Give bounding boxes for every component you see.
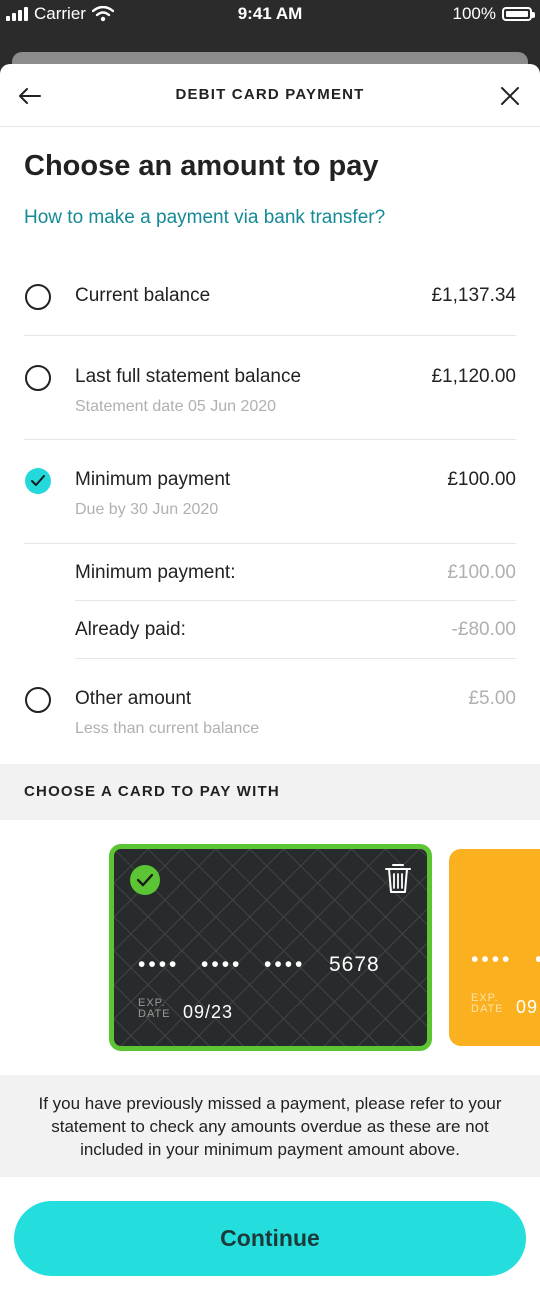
bank-transfer-link[interactable]: How to make a payment via bank transfer? xyxy=(24,207,385,229)
other-amount-input[interactable]: £5.00 xyxy=(468,688,516,710)
card-number-group: •••• xyxy=(138,953,180,976)
breakdown-value: £100.00 xyxy=(447,562,516,583)
close-icon[interactable] xyxy=(496,82,524,110)
option-label: Other amount xyxy=(75,688,192,709)
breakdown-value: -£80.00 xyxy=(451,619,516,640)
radio-button[interactable] xyxy=(25,687,51,713)
card-number-group: •••• xyxy=(264,953,306,976)
trash-icon[interactable] xyxy=(383,861,413,895)
card-section-header: CHOOSE A CARD TO PAY WITH xyxy=(0,764,540,820)
option-sublabel: Statement date 05 Jun 2020 xyxy=(75,398,277,415)
page-title: DEBIT CARD PAYMENT xyxy=(175,86,365,103)
option-current-balance[interactable]: Current balance £1,137.34 xyxy=(24,284,516,314)
expiry-label: EXP. DATE xyxy=(471,992,504,1015)
option-sublabel: Due by 30 Jun 2020 xyxy=(75,501,219,518)
continue-button[interactable]: Continue xyxy=(14,1201,526,1276)
checkmark-icon xyxy=(31,475,45,486)
selected-check-icon xyxy=(130,865,160,895)
card-number-group: •••• xyxy=(201,953,243,976)
section-title: CHOOSE A CARD TO PAY WITH xyxy=(24,783,280,800)
radio-button[interactable] xyxy=(25,284,51,310)
payment-card-selected[interactable]: •••• •••• •••• 5678 EXP. DATE 09/23 xyxy=(109,844,432,1051)
notice-box: If you have previously missed a payment,… xyxy=(0,1075,540,1177)
expiry-date: 09 xyxy=(516,997,539,1017)
card-number-group: •••• xyxy=(471,948,513,971)
option-sublabel: Less than current balance xyxy=(75,720,260,737)
breakdown-label: Minimum payment: xyxy=(75,562,236,583)
option-amount: £1,137.34 xyxy=(431,285,516,306)
divider xyxy=(24,335,516,336)
radio-button-checked[interactable] xyxy=(25,468,51,494)
option-label: Last full statement balance xyxy=(75,366,302,387)
status-bar: Carrier 9:41 AM 100% xyxy=(0,0,540,32)
notice-text: If you have previously missed a payment,… xyxy=(38,1094,502,1159)
option-label: Minimum payment xyxy=(75,469,231,490)
option-amount: £100.00 xyxy=(447,469,516,490)
divider xyxy=(75,658,516,659)
divider xyxy=(24,439,516,440)
section-heading: Choose an amount to pay xyxy=(24,150,379,182)
option-statement-balance[interactable]: Last full statement balance Statement da… xyxy=(24,365,516,421)
payment-sheet: DEBIT CARD PAYMENT Choose an amount to p… xyxy=(0,64,540,1299)
option-label: Current balance xyxy=(75,285,211,306)
battery-percent: 100% xyxy=(452,4,496,23)
status-right: 100% xyxy=(452,4,535,24)
expiry-date: 09/23 xyxy=(183,1002,234,1022)
card-last-four: 5678 xyxy=(329,953,380,976)
battery-icon xyxy=(502,7,535,21)
divider xyxy=(24,543,516,544)
divider xyxy=(75,600,516,601)
breakdown-label: Already paid: xyxy=(75,619,186,640)
expiry-label: EXP. DATE xyxy=(138,997,171,1020)
option-other-amount[interactable]: Other amount Less than current balance £… xyxy=(24,687,516,743)
card-number-group: • xyxy=(535,948,540,972)
option-minimum-payment[interactable]: Minimum payment Due by 30 Jun 2020 £100.… xyxy=(24,468,516,524)
option-amount: £1,120.00 xyxy=(431,366,516,387)
radio-button[interactable] xyxy=(25,365,51,391)
navbar: DEBIT CARD PAYMENT xyxy=(0,64,540,127)
payment-card[interactable]: •••• • EXP.DATE 09 xyxy=(449,849,540,1046)
